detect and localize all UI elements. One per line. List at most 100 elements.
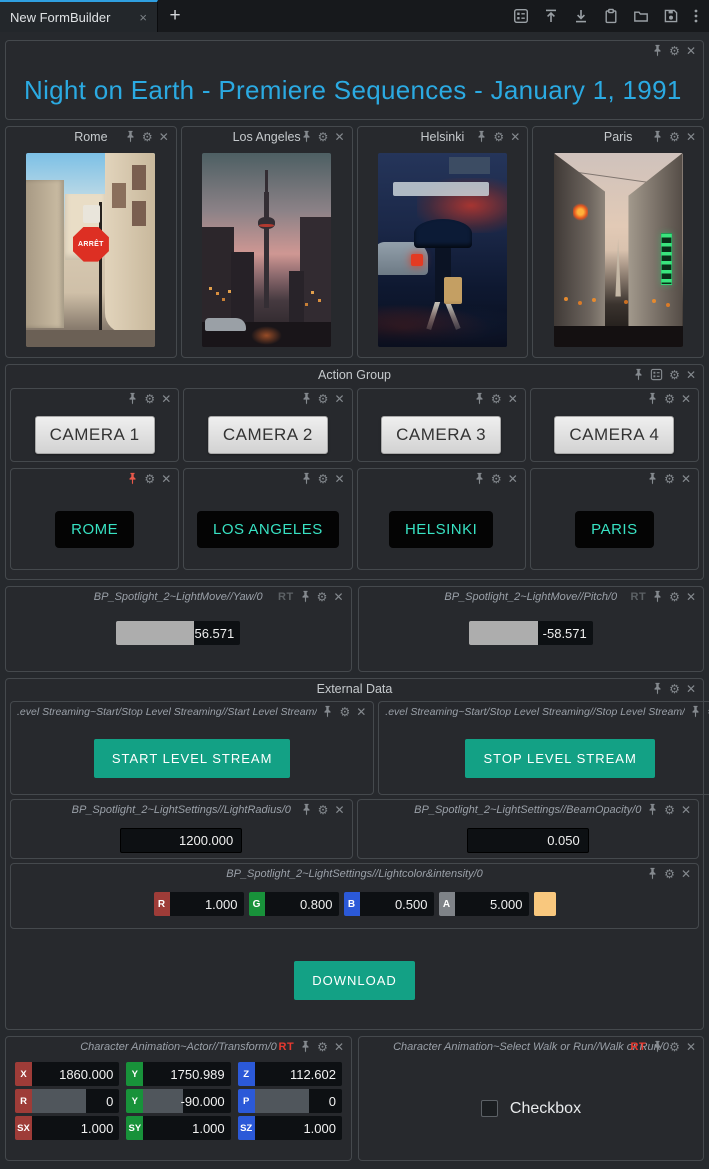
close-icon[interactable]: ✕ (508, 393, 518, 405)
pin-icon[interactable] (652, 1040, 663, 1053)
pin-icon[interactable] (647, 392, 658, 405)
yaw-field[interactable]: Y -90.000 (126, 1089, 230, 1113)
pin-icon[interactable] (647, 472, 658, 485)
gear-icon[interactable]: ⚙ (664, 473, 675, 485)
pin-icon[interactable] (652, 130, 663, 143)
pin-icon[interactable] (476, 130, 487, 143)
group-settings-icon[interactable] (650, 368, 663, 381)
start-level-stream-button[interactable]: START LEVEL STREAM (94, 739, 291, 778)
pin-icon[interactable] (647, 803, 658, 816)
close-icon[interactable]: ✕ (334, 473, 344, 485)
green-value-input[interactable]: 0.800 (265, 892, 339, 916)
gear-icon[interactable]: ⚙ (493, 131, 504, 143)
close-icon[interactable]: ✕ (510, 131, 520, 143)
roll-field[interactable]: R 0 (15, 1089, 119, 1113)
pin-icon[interactable] (652, 44, 663, 57)
pitch-value[interactable]: -58.571 (538, 621, 593, 645)
close-icon[interactable]: ✕ (686, 369, 696, 381)
tab-new-formbuilder[interactable]: New FormBuilder × (0, 0, 158, 32)
gear-icon[interactable]: ⚙ (144, 393, 155, 405)
close-icon[interactable]: ✕ (681, 868, 691, 880)
camera-3-button[interactable]: CAMERA 3 (381, 416, 501, 454)
camera-4-button[interactable]: CAMERA 4 (554, 416, 674, 454)
gear-icon[interactable]: ⚙ (669, 591, 680, 603)
close-icon[interactable]: ✕ (161, 393, 171, 405)
gear-icon[interactable]: ⚙ (669, 683, 680, 695)
gear-icon[interactable]: ⚙ (317, 591, 328, 603)
close-icon[interactable]: ✕ (159, 131, 169, 143)
pin-icon[interactable] (652, 590, 663, 603)
more-icon[interactable] (693, 8, 699, 24)
save-icon[interactable] (663, 8, 679, 24)
close-icon[interactable]: ✕ (686, 683, 696, 695)
close-icon[interactable]: ✕ (681, 804, 691, 816)
scale-z-field[interactable]: SZ 1.000 (238, 1116, 342, 1140)
close-icon[interactable]: ✕ (334, 393, 344, 405)
close-icon[interactable]: ✕ (686, 45, 696, 57)
pin-icon[interactable] (474, 472, 485, 485)
yaw-spinbox[interactable]: 56.571 (116, 621, 240, 645)
scale-y-field[interactable]: SY 1.000 (126, 1116, 230, 1140)
gear-icon[interactable]: ⚙ (664, 868, 675, 880)
tab-close-icon[interactable]: × (139, 10, 147, 25)
gear-icon[interactable]: ⚙ (142, 131, 153, 143)
gear-icon[interactable]: ⚙ (317, 1041, 328, 1053)
new-tab-button[interactable]: + (158, 0, 192, 32)
gear-icon[interactable]: ⚙ (669, 369, 680, 381)
pin-icon[interactable] (690, 705, 701, 718)
helsinki-button[interactable]: HELSINKI (389, 511, 493, 548)
close-icon[interactable]: ✕ (681, 393, 691, 405)
clipboard-icon[interactable] (603, 8, 619, 24)
z-field[interactable]: Z 112.602 (238, 1062, 342, 1086)
pin-icon[interactable] (474, 392, 485, 405)
red-value-input[interactable]: 1.000 (170, 892, 244, 916)
pin-icon[interactable] (633, 368, 644, 381)
light-radius-input[interactable]: 1200.000 (120, 828, 242, 853)
pin-icon[interactable] (125, 130, 136, 143)
camera-2-button[interactable]: CAMERA 2 (208, 416, 328, 454)
gear-icon[interactable]: ⚙ (491, 393, 502, 405)
close-icon[interactable]: ✕ (334, 131, 344, 143)
gear-icon[interactable]: ⚙ (664, 804, 675, 816)
pitch-field[interactable]: P 0 (238, 1089, 342, 1113)
los-angeles-button[interactable]: LOS ANGELES (197, 511, 339, 548)
rome-button[interactable]: ROME (55, 511, 134, 548)
walk-run-checkbox[interactable] (481, 1100, 498, 1117)
close-icon[interactable]: ✕ (686, 1041, 696, 1053)
pin-icon[interactable] (647, 867, 658, 880)
close-icon[interactable]: ✕ (334, 1041, 344, 1053)
pin-icon[interactable] (300, 590, 311, 603)
alpha-value-input[interactable]: 5.000 (455, 892, 529, 916)
gear-icon[interactable]: ⚙ (339, 706, 350, 718)
gear-icon[interactable]: ⚙ (144, 473, 155, 485)
gear-icon[interactable]: ⚙ (318, 804, 329, 816)
beam-opacity-input[interactable]: 0.050 (467, 828, 589, 853)
gear-icon[interactable]: ⚙ (669, 1041, 680, 1053)
pin-icon[interactable] (322, 705, 333, 718)
stop-level-stream-button[interactable]: STOP LEVEL STREAM (465, 739, 654, 778)
close-icon[interactable]: ✕ (356, 706, 366, 718)
y-field[interactable]: Y 1750.989 (126, 1062, 230, 1086)
gear-icon[interactable]: ⚙ (669, 131, 680, 143)
pin-icon-active[interactable] (127, 472, 138, 485)
camera-1-button[interactable]: CAMERA 1 (35, 416, 155, 454)
color-swatch[interactable] (534, 892, 556, 916)
download-button[interactable]: DOWNLOAD (294, 961, 415, 1000)
pin-icon[interactable] (301, 472, 312, 485)
pitch-spinbox[interactable]: -58.571 (469, 621, 593, 645)
paris-button[interactable]: PARIS (575, 511, 653, 548)
gear-icon[interactable]: ⚙ (318, 131, 329, 143)
yaw-value[interactable]: 56.571 (194, 621, 240, 645)
close-icon[interactable]: ✕ (686, 591, 696, 603)
upload-icon[interactable] (543, 8, 559, 24)
download-icon[interactable] (573, 8, 589, 24)
pin-icon[interactable] (127, 392, 138, 405)
close-icon[interactable]: ✕ (334, 804, 344, 816)
close-icon[interactable]: ✕ (681, 473, 691, 485)
close-icon[interactable]: ✕ (333, 591, 343, 603)
pin-icon[interactable] (301, 392, 312, 405)
gear-icon[interactable]: ⚙ (669, 45, 680, 57)
form-builder-icon[interactable] (513, 8, 529, 24)
folder-icon[interactable] (633, 8, 649, 24)
gear-icon[interactable]: ⚙ (318, 393, 329, 405)
